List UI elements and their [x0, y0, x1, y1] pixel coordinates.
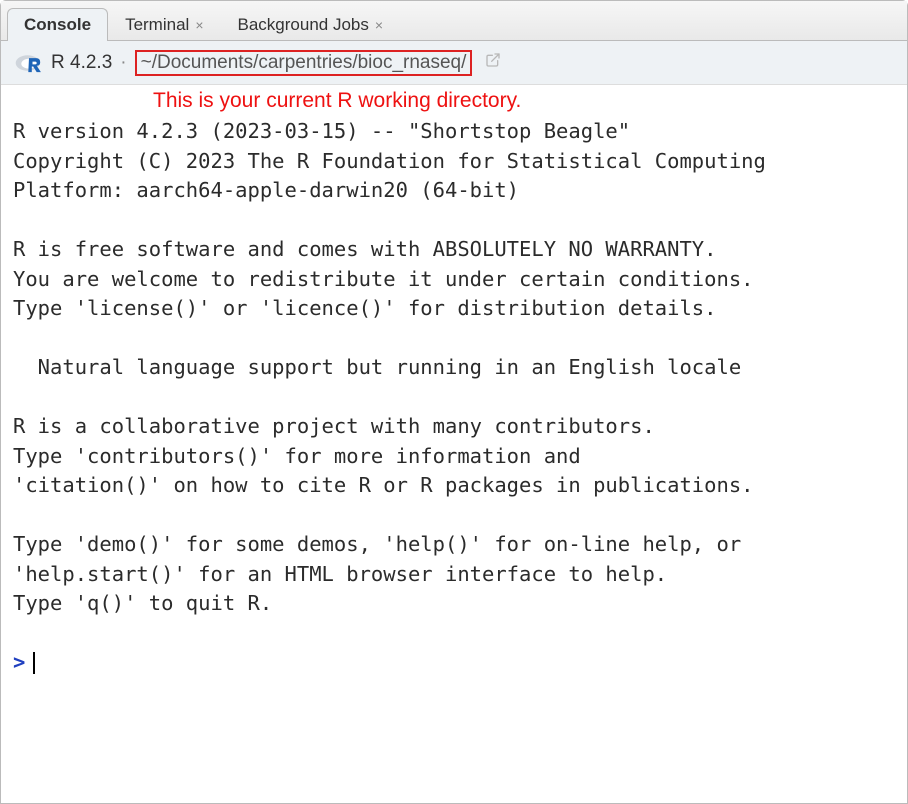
text-cursor — [33, 652, 35, 674]
close-icon[interactable]: × — [195, 17, 203, 33]
r-version-label: R 4.2.3 — [51, 52, 112, 74]
prompt-symbol: > — [13, 648, 25, 678]
console-toolbar: R 4.2.3 · ~/Documents/carpentries/bioc_r… — [1, 41, 907, 85]
tab-background-jobs[interactable]: Background Jobs × — [221, 8, 401, 41]
open-folder-icon[interactable] — [484, 52, 502, 74]
working-directory-highlight: ~/Documents/carpentries/bioc_rnaseq/ — [135, 50, 473, 76]
tab-console[interactable]: Console — [7, 8, 108, 41]
tab-terminal-label: Terminal — [125, 15, 189, 35]
console-output[interactable]: R version 4.2.3 (2023-03-15) -- "Shortst… — [1, 115, 907, 803]
console-pane: Console Terminal × Background Jobs × R 4… — [0, 0, 908, 804]
tab-jobs-label: Background Jobs — [238, 15, 369, 35]
working-directory-path[interactable]: ~/Documents/carpentries/bioc_rnaseq/ — [141, 52, 467, 73]
tab-terminal[interactable]: Terminal × — [108, 8, 220, 41]
startup-text: R version 4.2.3 (2023-03-15) -- "Shortst… — [13, 119, 766, 615]
annotation-text: This is your current R working directory… — [1, 85, 907, 115]
tab-bar: Console Terminal × Background Jobs × — [1, 1, 907, 41]
separator: · — [120, 52, 126, 74]
close-icon[interactable]: × — [375, 17, 383, 33]
r-logo-icon — [15, 52, 43, 74]
prompt-line[interactable]: > — [13, 648, 895, 678]
tab-console-label: Console — [24, 15, 91, 35]
